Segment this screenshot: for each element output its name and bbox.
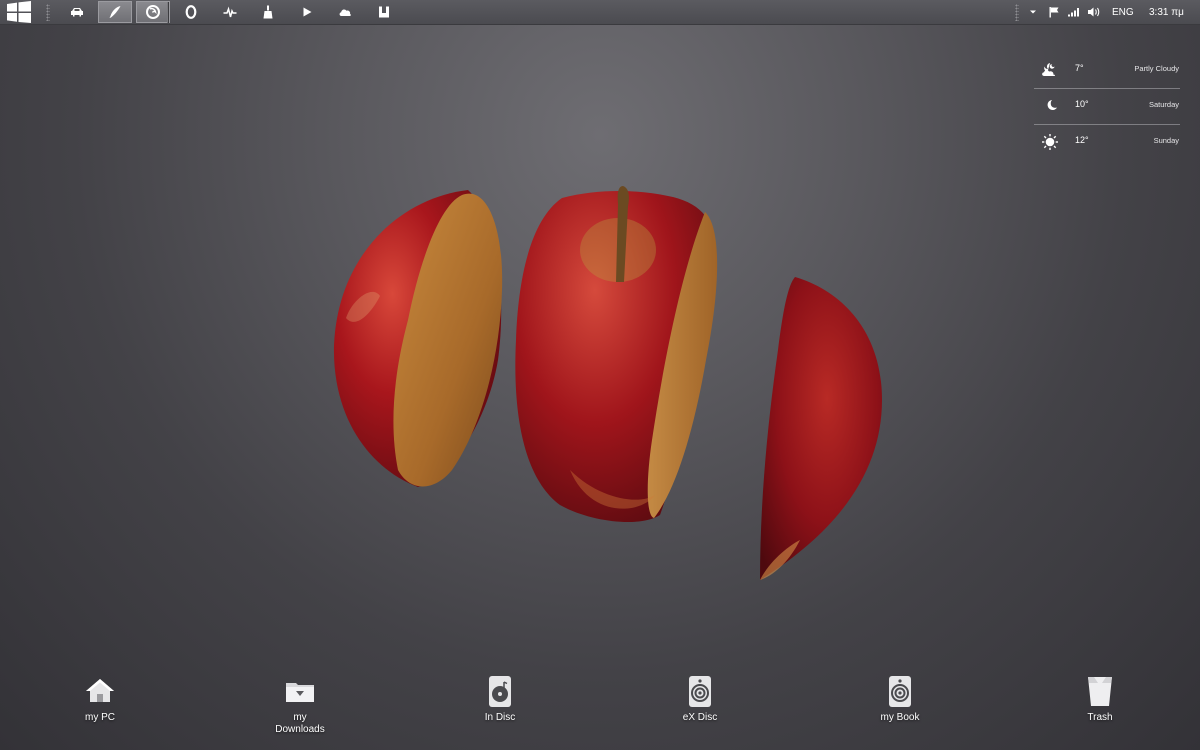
windows-logo-icon [7,1,31,23]
weather-temp: 10° [1075,99,1089,109]
opera-icon [185,5,197,19]
tray-overflow-button[interactable] [1024,1,1042,23]
taskbar-app-feather[interactable] [98,1,132,23]
tray-volume[interactable] [1084,1,1104,23]
weather-temp: 12° [1075,135,1089,145]
moon-cloud-icon [1042,63,1056,76]
weather-day: Sunday [1153,136,1179,145]
wallpaper-sliced-apple [333,186,882,580]
weather-day: Saturday [1148,100,1179,109]
sun-icon [1042,134,1058,150]
language-indicator[interactable]: ENG [1112,0,1134,25]
desktop-icon-ex-disc[interactable]: eX Disc [655,675,745,724]
desktop-icon-trash[interactable]: Trash [1055,675,1145,724]
utorrent-icon [379,6,389,18]
weather-row-current: 7° Partly Cloudy [1034,53,1180,89]
desktop-icon-label: In Disc [484,712,516,723]
cloud-icon [339,9,351,16]
desktop-icon-label: my Book [880,712,920,723]
weather-row-sunday: 12° Sunday [1034,125,1180,160]
play-icon [303,7,312,17]
taskbar-grip[interactable] [46,4,50,21]
chevron-down-icon [1030,10,1036,14]
desktop-icon-my-downloads[interactable]: my Downloads [255,675,345,736]
trash-icon [1088,677,1112,706]
tray-grip[interactable] [1015,4,1019,21]
desktop-icon-label: my Downloads [275,712,325,735]
weather-row-saturday: 10° Saturday [1034,89,1180,125]
music-disc-icon [489,676,511,707]
moon-icon [1047,100,1057,111]
taskbar-separator [167,2,168,23]
speaker-icon [689,676,711,707]
car-icon [71,8,83,17]
speaker-volume-icon [1088,7,1100,17]
desktop-icon-my-pc[interactable]: my PC [55,675,145,724]
broom-icon [263,5,273,19]
speaker-icon [889,676,911,707]
desktop-icon-my-book[interactable]: my Book [855,675,945,724]
home-icon [86,679,114,702]
desktop-icon-label: Trash [1087,712,1113,723]
firefox-icon [146,5,160,19]
tray-action-center[interactable] [1044,1,1064,23]
weather-description: Partly Cloudy [1134,64,1179,73]
taskbar-app-utorrent[interactable] [367,1,401,23]
tray-network[interactable] [1064,1,1084,23]
taskbar-app-opera[interactable] [174,1,208,23]
taskbar-app-pulse[interactable] [213,1,247,23]
download-folder-icon [286,683,314,702]
taskbar-app-cleaner[interactable] [251,1,285,23]
pulse-icon [223,6,237,18]
taskbar-app-cloud[interactable] [328,1,362,23]
desktop-icon-label: eX Disc [682,712,718,723]
taskbar-app-player[interactable] [290,1,324,23]
feather-pen-icon [109,6,121,18]
weather-temp: 7° [1075,63,1084,73]
signal-bars-icon [1068,8,1079,17]
taskbar-app-car[interactable] [60,1,94,23]
taskbar: ENG 3:31 πμ [0,0,1200,25]
clock[interactable]: 3:31 πμ [1149,0,1184,25]
taskbar-app-firefox[interactable] [136,1,170,23]
desktop-icon-label: my PC [85,712,115,723]
start-button[interactable] [0,1,38,23]
desktop-icon-in-disc[interactable]: In Disc [455,675,545,724]
flag-icon [1049,7,1059,18]
weather-widget: 7° Partly Cloudy 10° Saturday 12° Sunday [1034,53,1180,160]
